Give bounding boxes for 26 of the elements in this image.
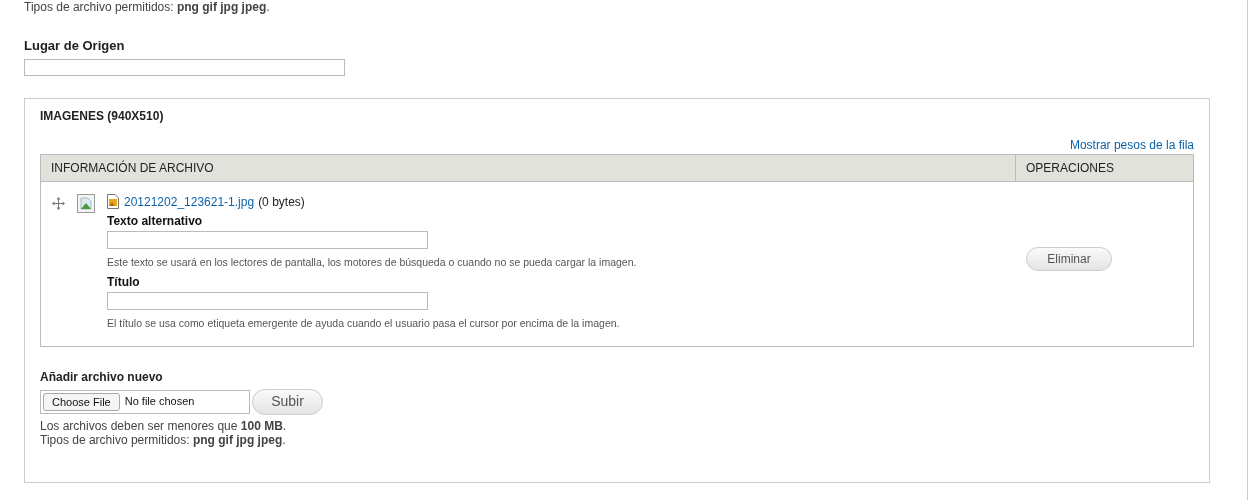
broken-image-icon [77, 193, 95, 213]
help-text: El título se usa como etiqueta emergente de ayuda cuando el usuario pasa el cursor por encima de la imagen. [107, 316, 621, 330]
field-label: Lugar de Origen [24, 37, 126, 55]
fieldset-title: IMAGENES (940X510) [40, 107, 165, 124]
column-header: OPERACIONES [1025, 159, 1116, 177]
title-input-field[interactable] [107, 291, 428, 310]
file-link[interactable]: 20121202_123621-1.jpg [124, 193, 255, 210]
file-status: No file chosen [124, 394, 195, 410]
help-text: Los archivos deben ser menores que 100 MB. [40, 418, 288, 433]
field-label: Título [107, 273, 141, 290]
field-label: Añadir archivo nuevo [40, 368, 164, 385]
choose-file-button[interactable]: Choose File [43, 392, 120, 411]
field-label: Texto alternativo [107, 212, 204, 229]
image-file-icon [107, 193, 119, 209]
help-text: Este texto se usará en los lectores de pantalla, los motores de búsqueda o cuando no se pueda cargar la imagen. [107, 255, 637, 269]
help-text: Tipos de archivo permitidos: png gif jpg jpeg. [24, 0, 270, 14]
upload-button[interactable]: Subir [252, 388, 323, 415]
remove-button[interactable]: Eliminar [1026, 246, 1112, 271]
column-header: INFORMACIÓN DE ARCHIVO [41, 154, 1016, 181]
file-size: (0 bytes) [258, 193, 305, 210]
file-input-field[interactable]: Choose File No file chosen [40, 389, 250, 414]
origin-input-field[interactable] [24, 58, 345, 76]
help-text: Tipos de archivo permitidos: png gif jpg jpeg. [40, 432, 287, 447]
drag-handle-icon[interactable] [52, 196, 65, 210]
alt-text-input-field[interactable] [107, 230, 428, 249]
show-row-weights-link[interactable]: Mostrar pesos de la fila [1069, 137, 1194, 152]
